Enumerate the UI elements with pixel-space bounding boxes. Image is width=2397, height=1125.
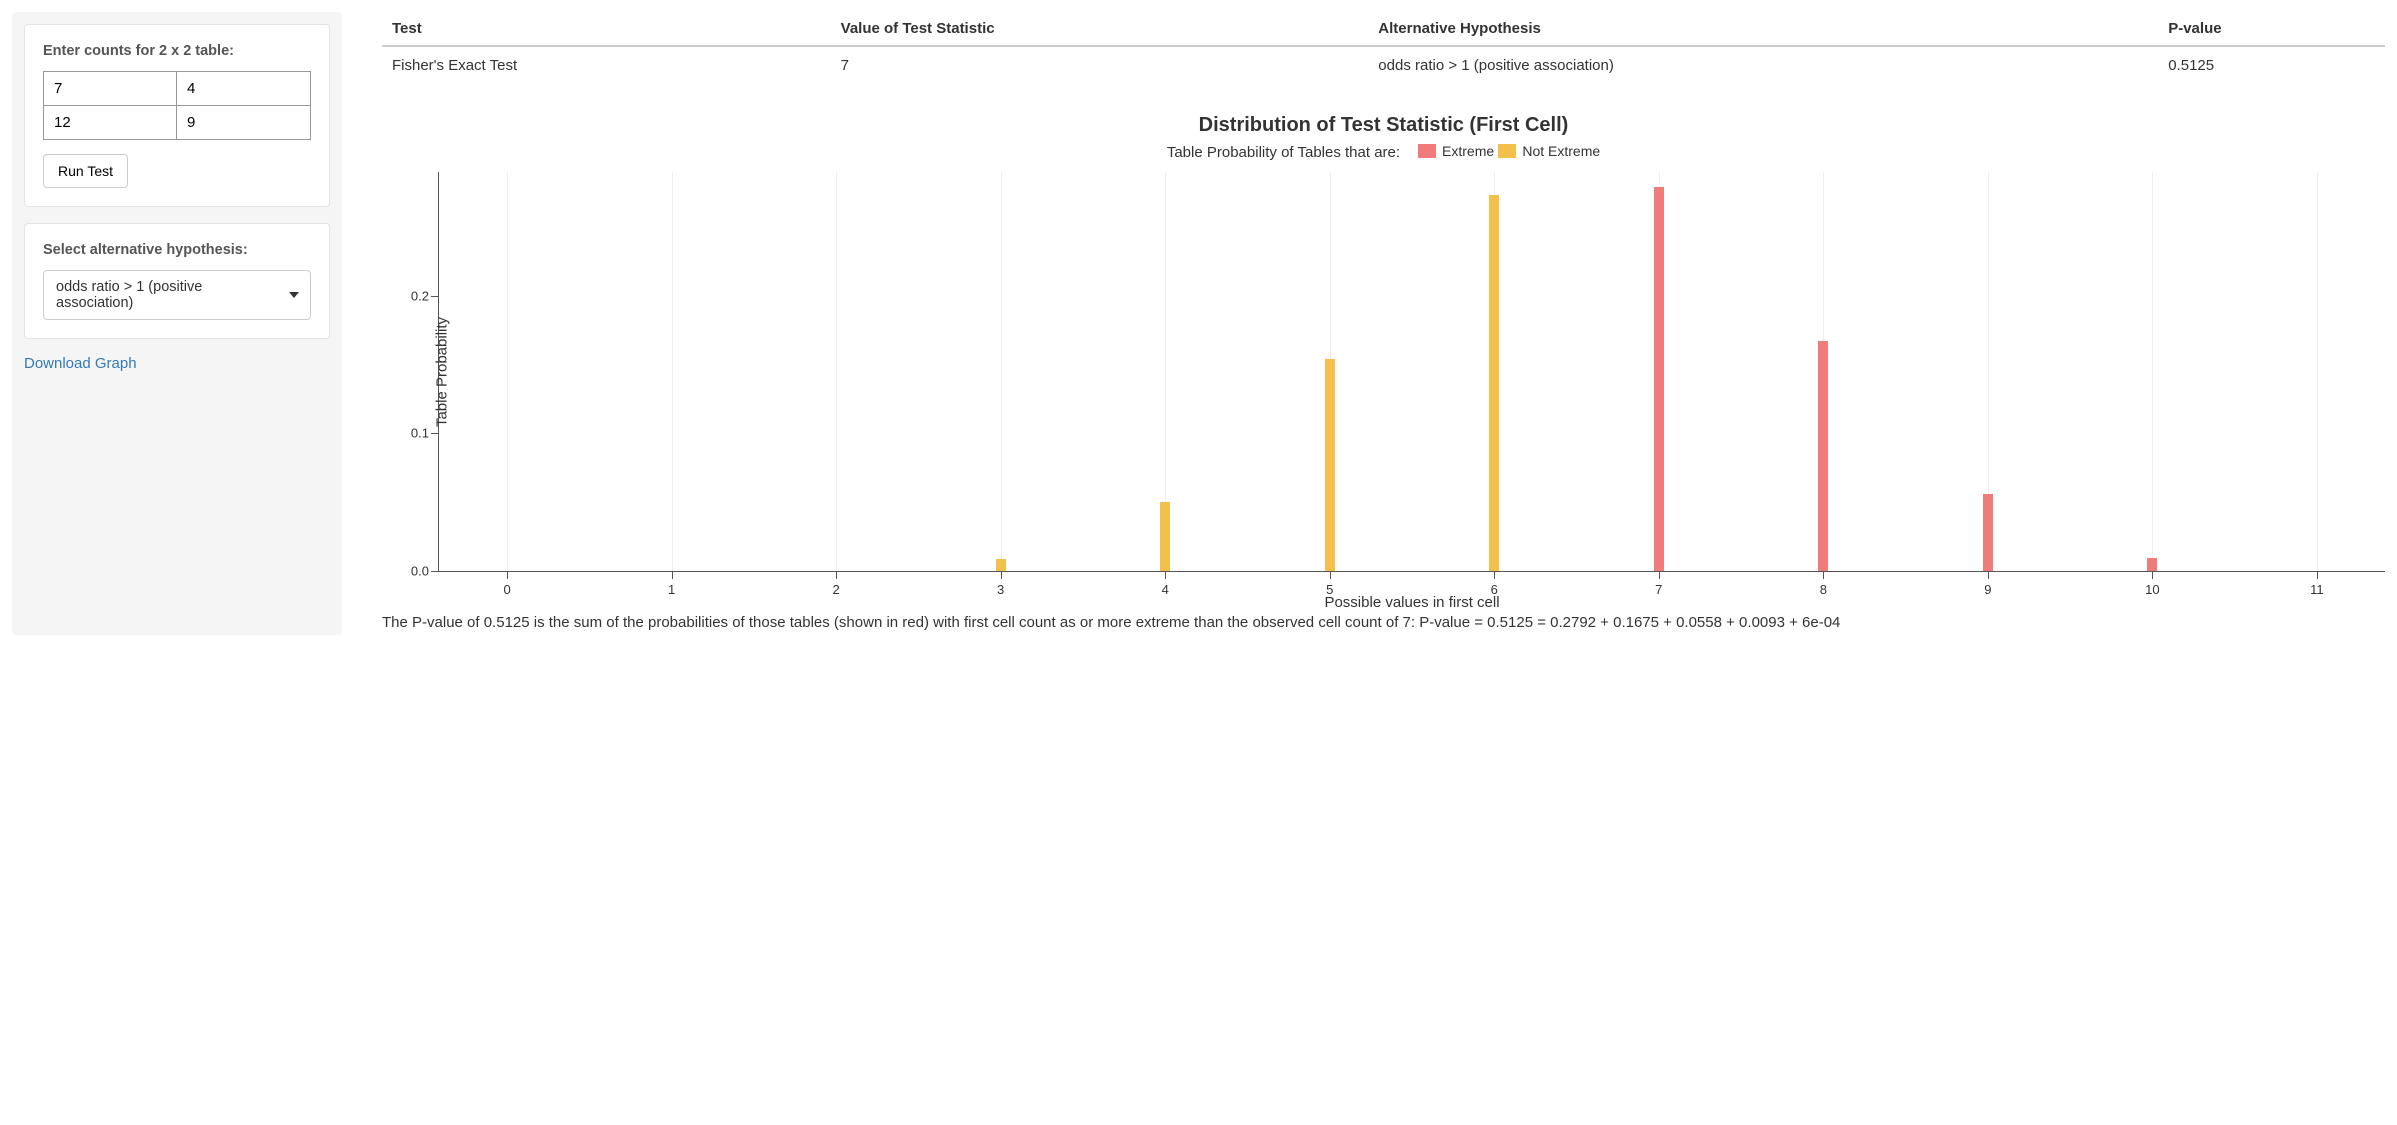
bar [1160, 502, 1170, 571]
alt-hyp-select[interactable]: odds ratio > 1 (positive association) [43, 270, 311, 320]
chart-area: Table Probability Possible values in fir… [438, 172, 2385, 572]
x-tick [1001, 571, 1002, 579]
legend-item: Not Extreme [1498, 143, 1600, 159]
cell-c-input[interactable] [44, 106, 177, 139]
x-tick-label: 2 [833, 582, 840, 597]
cell-a-input[interactable] [44, 72, 177, 106]
bar [1489, 195, 1499, 571]
legend-swatch [1418, 144, 1436, 158]
x-tick-label: 10 [2145, 582, 2159, 597]
col-statistic: Value of Test Statistic [831, 12, 1369, 46]
y-tick-label: 0.0 [405, 564, 429, 579]
x-tick [1165, 571, 1166, 579]
bar [1983, 494, 1993, 571]
gridline [836, 172, 837, 571]
explanation-text: The P-value of 0.5125 is the sum of the … [382, 612, 2385, 635]
chart: Distribution of Test Statistic (First Ce… [382, 114, 2385, 572]
counts-label: Enter counts for 2 x 2 table: [43, 43, 311, 59]
y-tick-label: 0.2 [405, 288, 429, 303]
x-tick [2152, 571, 2153, 579]
x-tick [1659, 571, 1660, 579]
results-panel: Test Value of Test Statistic Alternative… [382, 12, 2385, 635]
gridline [1001, 172, 1002, 571]
x-tick [1494, 571, 1495, 579]
x-tick [2317, 571, 2318, 579]
results-table: Test Value of Test Statistic Alternative… [382, 12, 2385, 84]
chart-subtitle: Table Probability of Tables that are: [1167, 144, 1400, 161]
gridline [672, 172, 673, 571]
y-tick [431, 296, 439, 297]
cell-statistic: 7 [831, 46, 1369, 84]
bar [2147, 558, 2157, 571]
y-tick [431, 571, 439, 572]
x-tick-label: 4 [1162, 582, 1169, 597]
alt-hyp-label: Select alternative hypothesis: [43, 242, 311, 258]
col-alternative: Alternative Hypothesis [1368, 12, 2158, 46]
x-tick [836, 571, 837, 579]
x-tick-label: 8 [1820, 582, 1827, 597]
y-tick-label: 0.1 [405, 426, 429, 441]
table-row: Fisher's Exact Test 7 odds ratio > 1 (po… [382, 46, 2385, 84]
counts-well: Enter counts for 2 x 2 table: Run Test [24, 24, 330, 207]
x-tick [1988, 571, 1989, 579]
legend-label: Extreme [1442, 143, 1494, 159]
x-tick [507, 571, 508, 579]
y-tick [431, 433, 439, 434]
cell-pvalue: 0.5125 [2158, 46, 2385, 84]
download-graph-link[interactable]: Download Graph [24, 355, 137, 372]
x-tick-label: 3 [997, 582, 1004, 597]
x-tick-label: 6 [1491, 582, 1498, 597]
cell-b-input[interactable] [177, 72, 310, 106]
gridline [507, 172, 508, 571]
bar [1818, 341, 1828, 571]
gridline [2317, 172, 2318, 571]
alt-hyp-well: Select alternative hypothesis: odds rati… [24, 223, 330, 339]
run-test-button[interactable]: Run Test [43, 154, 128, 188]
y-axis-label: Table Probability [434, 316, 451, 426]
x-tick-label: 11 [2310, 582, 2324, 597]
gridline [2152, 172, 2153, 571]
x-tick-label: 5 [1326, 582, 1333, 597]
legend-swatch [1498, 144, 1516, 158]
bar [1654, 187, 1664, 571]
x-tick-label: 1 [668, 582, 675, 597]
legend-label: Not Extreme [1522, 143, 1600, 159]
counts-grid [43, 71, 311, 140]
x-axis-label: Possible values in first cell [1324, 594, 1499, 611]
bar [996, 559, 1006, 571]
x-tick-label: 7 [1655, 582, 1662, 597]
sidebar: Enter counts for 2 x 2 table: Run Test S… [12, 12, 342, 635]
x-tick-label: 0 [503, 582, 510, 597]
cell-d-input[interactable] [177, 106, 310, 139]
legend-item: Extreme [1418, 143, 1494, 159]
cell-test: Fisher's Exact Test [382, 46, 831, 84]
col-test: Test [382, 12, 831, 46]
x-tick [672, 571, 673, 579]
x-tick [1823, 571, 1824, 579]
cell-alternative: odds ratio > 1 (positive association) [1368, 46, 2158, 84]
x-tick-label: 9 [1984, 582, 1991, 597]
x-tick [1330, 571, 1331, 579]
col-pvalue: P-value [2158, 12, 2385, 46]
chart-legend-row: Table Probability of Tables that are: Ex… [382, 143, 2385, 162]
bar [1325, 359, 1335, 571]
chart-title: Distribution of Test Statistic (First Ce… [382, 114, 2385, 137]
alt-hyp-select-wrap: odds ratio > 1 (positive association) [43, 270, 311, 320]
